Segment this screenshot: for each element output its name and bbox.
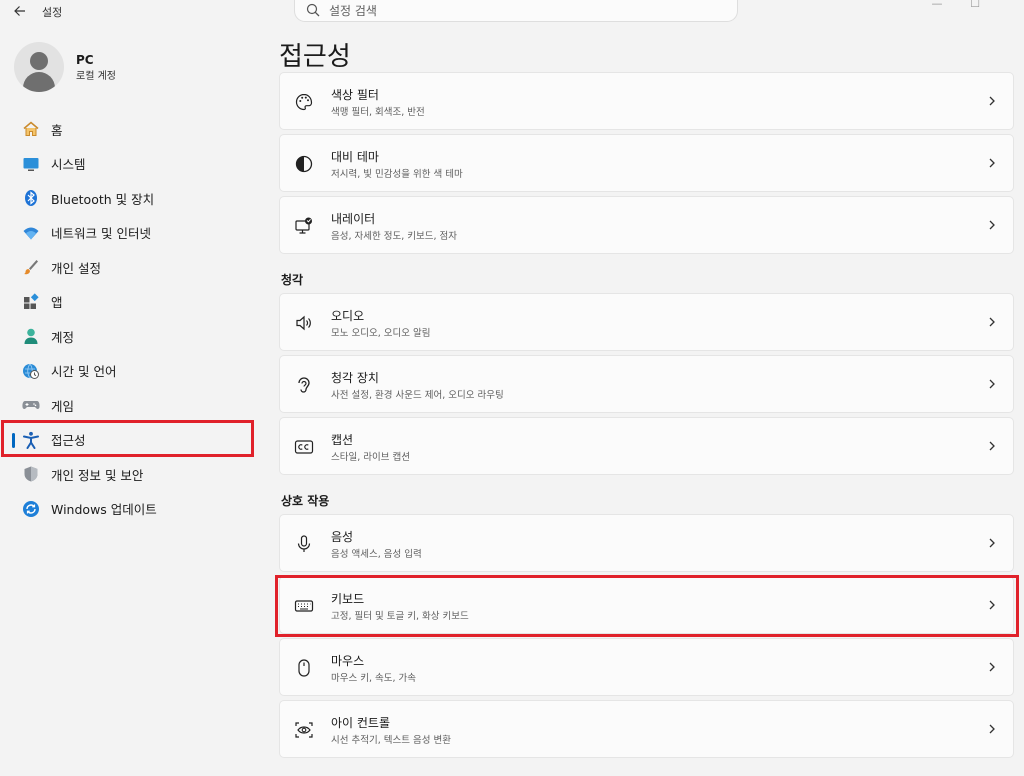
card-subtitle: 모노 오디오, 오디오 알림: [331, 328, 431, 339]
sidebar-item-home[interactable]: 홈: [0, 112, 260, 147]
section-hearing: 청각: [281, 273, 304, 287]
cc-icon: [294, 440, 314, 454]
bluetooth-icon: [22, 189, 40, 207]
wifi-icon: [22, 224, 40, 242]
sidebar-item-label: 홈: [51, 122, 63, 138]
sidebar-item-privacy-security[interactable]: 개인 정보 및 보안: [0, 457, 260, 492]
sidebar-item-label: 시스템: [51, 157, 86, 173]
card-subtitle: 색맹 필터, 회색조, 반전: [331, 107, 425, 118]
sidebar-item-label: 앱: [51, 295, 63, 311]
update-icon: [22, 500, 40, 518]
maximize-button[interactable]: ☐: [960, 0, 990, 10]
card-title: 캡션: [331, 433, 354, 447]
highlight-box-keyboard: [275, 575, 1019, 637]
sidebar-item-label: 계정: [51, 329, 75, 345]
card-subtitle: 음성, 자세한 정도, 키보드, 점자: [331, 231, 458, 242]
sidebar-item-label: 개인 정보 및 보안: [51, 467, 144, 483]
sidebar-item-label: 네트워크 및 인터넷: [51, 226, 151, 242]
chevron-right-icon: [989, 158, 995, 168]
card-contrast-themes[interactable]: 대비 테마 저시력, 빛 민감성을 위한 색 테마: [279, 134, 1014, 192]
search-input[interactable]: [329, 2, 709, 20]
home-icon: [22, 120, 40, 138]
speaker-icon: [296, 315, 311, 331]
section-interaction: 상호 작용: [281, 494, 330, 508]
card-narrator[interactable]: 내레이터 음성, 자세한 정도, 키보드, 점자: [279, 196, 1014, 254]
page-title: 접근성: [279, 42, 351, 72]
mouse-icon: [298, 659, 310, 677]
card-subtitle: 음성 액세스, 음성 입력: [331, 549, 422, 560]
highlight-box-accessibility: [1, 420, 254, 457]
sidebar-item-windows-update[interactable]: Windows 업데이트: [0, 492, 260, 527]
card-title: 색상 필터: [331, 88, 379, 102]
card-speech[interactable]: 음성 음성 액세스, 음성 입력: [279, 514, 1014, 572]
person-icon: [22, 327, 40, 345]
card-subtitle: 시선 추적기, 텍스트 음성 변환: [331, 735, 451, 746]
sidebar-item-label: 개인 설정: [51, 260, 101, 276]
chevron-right-icon: [989, 441, 995, 451]
chevron-right-icon: [989, 96, 995, 106]
sidebar-item-accounts[interactable]: 계정: [0, 319, 260, 354]
card-title: 청각 장치: [331, 371, 379, 385]
card-subtitle: 저시력, 빛 민감성을 위한 색 테마: [331, 169, 463, 180]
card-subtitle: 사전 설정, 환경 사운드 제어, 오디오 라우팅: [331, 390, 504, 401]
globe-clock-icon: [22, 362, 40, 380]
chevron-right-icon: [989, 724, 995, 734]
sidebar-item-network[interactable]: 네트워크 및 인터넷: [0, 216, 260, 251]
sidebar-item-time-language[interactable]: 시간 및 언어: [0, 354, 260, 389]
app-title: 설정: [42, 6, 63, 19]
contrast-icon: [295, 155, 313, 173]
sidebar-item-system[interactable]: 시스템: [0, 147, 260, 182]
card-mouse[interactable]: 마우스 마우스 키, 속도, 가속: [279, 638, 1014, 696]
monitor-icon: [22, 155, 40, 173]
card-eye-control[interactable]: 아이 컨트롤 시선 추적기, 텍스트 음성 변환: [279, 700, 1014, 758]
title-bar: 설정 — ☐: [0, 0, 1024, 24]
card-audio[interactable]: 오디오 모노 오디오, 오디오 알림: [279, 293, 1014, 351]
search-icon: [306, 3, 320, 17]
brush-icon: [22, 258, 40, 276]
card-hearing-devices[interactable]: 청각 장치 사전 설정, 환경 사운드 제어, 오디오 라우팅: [279, 355, 1014, 413]
sidebar-item-label: Windows 업데이트: [51, 502, 157, 518]
card-color-filters[interactable]: 색상 필터 색맹 필터, 회색조, 반전: [279, 72, 1014, 130]
profile-account-type: 로컬 계정: [76, 71, 116, 82]
avatar: [14, 42, 64, 92]
apps-icon: [22, 293, 40, 311]
card-title: 음성: [331, 530, 354, 544]
card-subtitle: 마우스 키, 속도, 가속: [331, 673, 417, 684]
card-title: 내레이터: [331, 212, 376, 226]
arrow-left-icon: [14, 6, 25, 16]
chevron-right-icon: [989, 538, 995, 548]
back-button[interactable]: [10, 2, 30, 20]
sidebar-item-bluetooth[interactable]: Bluetooth 및 장치: [0, 181, 260, 216]
search-box[interactable]: [294, 0, 738, 22]
chevron-right-icon: [989, 662, 995, 672]
ear-icon: [298, 377, 310, 393]
sidebar-item-gaming[interactable]: 게임: [0, 388, 260, 423]
sidebar-item-personalization[interactable]: 개인 설정: [0, 250, 260, 285]
card-title: 아이 컨트롤: [331, 716, 391, 730]
chevron-right-icon: [989, 379, 995, 389]
sidebar-item-label: Bluetooth 및 장치: [51, 191, 155, 207]
card-title: 대비 테마: [331, 150, 379, 164]
card-title: 오디오: [331, 309, 365, 323]
palette-icon: [295, 93, 313, 111]
sidebar-item-label: 시간 및 언어: [51, 364, 117, 380]
minimize-button[interactable]: —: [922, 0, 952, 10]
profile-name: PC: [76, 53, 94, 67]
card-title: 마우스: [331, 654, 365, 668]
narrator-icon: [295, 217, 312, 234]
chevron-right-icon: [989, 317, 995, 327]
sidebar-nav: 홈 시스템 Bluetooth 및 장치 네트워크 및 인터넷 개인 설정 앱: [0, 112, 260, 526]
card-captions[interactable]: 캡션 스타일, 라이브 캡션: [279, 417, 1014, 475]
gamepad-icon: [22, 396, 40, 414]
chevron-right-icon: [989, 220, 995, 230]
sidebar-item-apps[interactable]: 앱: [0, 285, 260, 320]
eye-control-icon: [295, 722, 313, 738]
card-subtitle: 스타일, 라이브 캡션: [331, 452, 410, 463]
sidebar-item-label: 게임: [51, 398, 75, 414]
microphone-icon: [297, 535, 311, 552]
shield-icon: [22, 465, 40, 483]
